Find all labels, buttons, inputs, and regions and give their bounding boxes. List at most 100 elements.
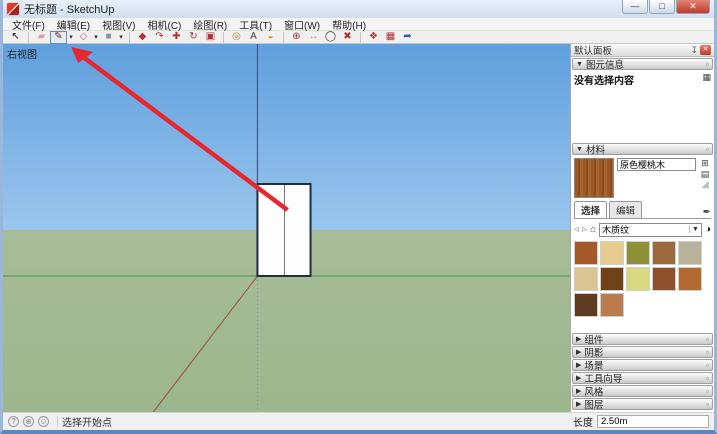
line-tool-icon[interactable]: ✎ [50,30,67,44]
material-swatch[interactable] [678,267,702,291]
shapes-tool-icon-dropdown[interactable]: ▾ [92,33,100,41]
chevron-right-icon: ▶ [576,336,582,343]
chevron-down-icon: ▼ [576,60,583,68]
menu-help[interactable]: 帮助(H) [327,17,371,32]
section-layers[interactable]: ▶ 图层 ▫ [572,398,713,411]
offset-tool-icon[interactable]: ▣ [202,31,219,44]
toolbar-separator [129,31,130,43]
shapes-tool-icon[interactable]: ◇ [75,31,92,44]
eyedropper-icon[interactable]: ✒ [703,207,711,218]
material-swatch[interactable] [574,241,598,265]
push-pull-tool-icon[interactable]: ◆ [134,31,151,44]
material-name-input[interactable] [617,158,696,171]
toolbar-separator [28,31,29,43]
section-popout-icon[interactable]: ▫ [706,361,709,370]
material-swatch-grid [574,241,711,317]
home-icon[interactable]: ⌂ [590,224,596,235]
rectangle-tool-icon-dropdown[interactable]: ▾ [117,33,125,41]
rectangle-tool-icon[interactable]: ■ [100,31,117,44]
paint-bucket-tool-icon[interactable]: ◒ [262,31,279,44]
section-popout-icon[interactable]: ▫ [706,60,709,69]
collapsed-sections: ▶ 组件 ▫ ▶ 阴影 ▫ ▶ 场景 ▫ ▶ 工具向导 ▫ ▶ 风格 ▫ ▶ 图层 ▫ [571,332,714,411]
section-popout-icon[interactable]: ▫ [706,348,709,357]
material-swatch[interactable] [626,241,650,265]
material-swatch[interactable] [678,241,702,265]
in-model-icon[interactable]: ▤ [701,169,710,179]
material-swatch[interactable] [652,267,676,291]
section-instructor[interactable]: ▶ 工具向导 ▫ [572,372,713,385]
3d-warehouse-tool-icon[interactable]: ▦ [382,31,399,44]
zoom-tool-icon[interactable]: ◯ [322,31,339,44]
credits-icon[interactable]: ⊕ [23,416,34,427]
red-axis [152,275,258,412]
make-component-tool-icon[interactable]: ❖ [365,31,382,44]
section-scenes[interactable]: ▶ 场景 ▫ [572,359,713,372]
create-material-icon[interactable]: ⊞ [701,158,709,168]
material-swatch[interactable] [574,293,598,317]
material-swatch[interactable] [574,267,598,291]
follow-me-tool-icon[interactable]: ↷ [151,31,168,44]
viewport[interactable]: 右视图 [3,44,570,412]
move-tool-icon[interactable]: ✚ [168,31,185,44]
text-tool-icon[interactable]: A [245,31,262,44]
maximize-button[interactable]: □ [649,0,675,14]
tape-measure-tool-icon[interactable]: ◎ [228,31,245,44]
secondary-pane-icon[interactable]: ◢ [701,180,709,190]
section-materials[interactable]: ▼ 材料 ▫ [572,143,713,156]
line-tool-icon-dropdown[interactable]: ▾ [67,33,75,41]
forward-icon[interactable]: ▹ [582,224,587,235]
rotate-tool-icon[interactable]: ↻ [185,31,202,44]
menu-window[interactable]: 窗口(W) [279,17,325,32]
material-preview[interactable] [574,158,614,198]
menu-camera[interactable]: 相机(C) [142,17,186,32]
entity-info-body: 没有选择内容 ▦ [571,70,714,142]
tray-close-icon[interactable]: ✕ [700,45,711,55]
geolocate-icon[interactable]: ? [8,416,19,427]
material-category-dropdown[interactable]: 木质纹 ▼ [599,222,702,237]
select-tool-icon[interactable]: ↖ [7,31,24,44]
toolbar-separator [360,31,361,43]
eraser-tool-icon[interactable]: ▰ [33,31,50,44]
toolbar-separator [283,31,284,43]
entity-options-icon[interactable]: ▦ [702,72,711,83]
tray-header: 默认面板 ↧ ✕ [571,44,714,57]
zoom-extents-tool-icon[interactable]: ✖ [339,31,356,44]
section-components[interactable]: ▶ 组件 ▫ [572,333,713,346]
sample-paint-icon[interactable]: ◑ [705,224,711,235]
section-popout-icon[interactable]: ▫ [706,400,709,409]
material-swatch[interactable] [600,293,624,317]
section-popout-icon[interactable]: ▫ [706,145,709,154]
material-swatch[interactable] [600,241,624,265]
material-swatch[interactable] [652,241,676,265]
tab-edit[interactable]: 编辑 [609,201,643,218]
close-button[interactable]: ✕ [676,0,710,14]
section-popout-icon[interactable]: ▫ [706,335,709,344]
measurement-box: 长度 [573,414,709,429]
extension-warehouse-tool-icon[interactable]: ➦ [399,31,416,44]
back-icon[interactable]: ◃ [574,224,579,235]
entity-empty-text: 没有选择内容 [574,76,634,87]
pan-tool-icon[interactable]: ↔ [305,31,322,44]
measurement-input[interactable] [597,415,709,428]
pin-icon[interactable]: ↧ [690,45,698,56]
menu-view[interactable]: 视图(V) [97,17,140,32]
tab-select[interactable]: 选择 [574,201,608,218]
material-swatch[interactable] [626,267,650,291]
menu-tools[interactable]: 工具(T) [234,17,277,32]
menu-draw[interactable]: 绘图(R) [188,17,232,32]
signin-icon[interactable]: ☺ [38,416,49,427]
section-shadows[interactable]: ▶ 阴影 ▫ [572,346,713,359]
material-swatch[interactable] [600,267,624,291]
section-label: 工具向导 [584,374,623,385]
view-name-label: 右视图 [7,50,37,61]
section-popout-icon[interactable]: ▫ [706,387,709,396]
menu-edit[interactable]: 编辑(E) [52,17,95,32]
section-label: 风格 [584,387,604,398]
menu-file[interactable]: 文件(F) [7,17,50,32]
chevron-right-icon: ▶ [576,375,582,382]
section-entity-info[interactable]: ▼ 图元信息 ▫ [572,58,713,71]
section-styles[interactable]: ▶ 风格 ▫ [572,385,713,398]
orbit-tool-icon[interactable]: ⊕ [288,31,305,44]
section-popout-icon[interactable]: ▫ [706,374,709,383]
minimize-button[interactable]: — [622,0,648,14]
